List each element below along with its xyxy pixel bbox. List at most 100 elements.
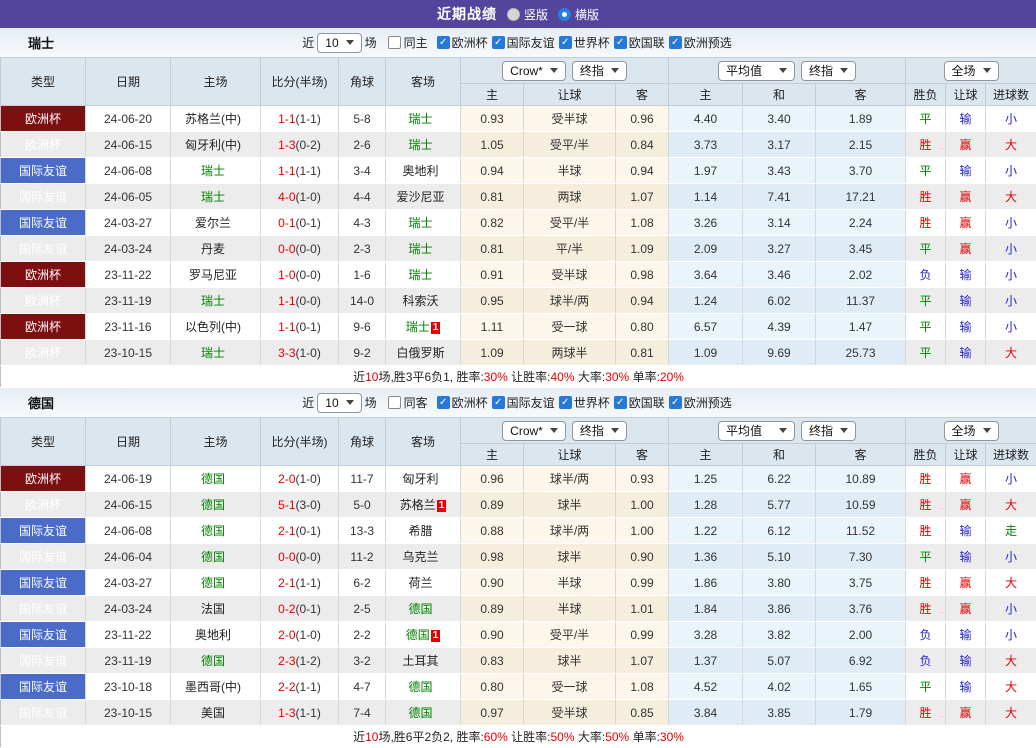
full-time-score: 2-0 xyxy=(278,472,295,486)
avg-away-cell: 2.00 xyxy=(816,622,906,648)
away-team-name: 德国 xyxy=(408,680,432,694)
odds-company-select[interactable]: Crow* xyxy=(502,61,566,81)
league-checkbox[interactable]: ✓ xyxy=(559,36,572,49)
chevron-down-icon xyxy=(550,428,558,433)
full-time-score: 1-1 xyxy=(278,112,295,126)
summary-segment: 场,胜6平2负2, 胜率: xyxy=(378,730,483,744)
away-odds-cell: 1.08 xyxy=(616,210,669,236)
odds-company-select[interactable]: Crow* xyxy=(502,421,566,441)
chevron-down-icon xyxy=(346,400,354,405)
league-checkbox[interactable]: ✓ xyxy=(437,36,450,49)
away-team-cell: 希腊 xyxy=(386,518,461,544)
away-team-name: 匈牙利 xyxy=(402,472,438,486)
result-cell: 胜 xyxy=(906,596,946,622)
avg-final-select[interactable]: 终指 xyxy=(801,421,856,441)
score-cell: 1-3(0-2) xyxy=(261,132,339,158)
avg-type-select[interactable]: 平均值 xyxy=(718,421,795,441)
col-header-away: 客场 xyxy=(386,58,461,106)
home-odds-cell: 1.11 xyxy=(461,314,524,340)
match-type-cell: 国际友谊 xyxy=(1,210,86,236)
home-team-name: 瑞士 xyxy=(201,164,225,178)
handicap-cell: 平/半 xyxy=(524,236,616,262)
avg-home-cell: 1.97 xyxy=(669,158,743,184)
goals-cell: 小 xyxy=(986,314,1036,340)
handicap-result-cell: 输 xyxy=(946,314,986,340)
match-type-cell: 欧洲杯 xyxy=(1,288,86,314)
vertical-radio-icon[interactable] xyxy=(507,8,520,21)
date-cell: 23-11-22 xyxy=(86,622,171,648)
summary-row: 近10场,胜6平2负2, 胜率:60% 让胜率:50% 大率:50% 单率:30… xyxy=(1,726,1036,748)
match-type-cell: 欧洲杯 xyxy=(1,314,86,340)
match-row: 欧洲杯 24-06-15 德国 5-1(3-0) 5-0 苏格兰1 0.89 球… xyxy=(1,492,1036,518)
date-cell: 24-06-19 xyxy=(86,466,171,492)
odds-final-select[interactable]: 终指 xyxy=(572,421,627,441)
corner-cell: 7-4 xyxy=(339,700,386,726)
home-team-cell: 苏格兰(中) xyxy=(171,106,261,132)
scope-select[interactable]: 全场 xyxy=(944,61,999,81)
avg-home-cell: 3.26 xyxy=(669,210,743,236)
league-checkbox[interactable]: ✓ xyxy=(559,396,572,409)
match-type-cell: 国际友谊 xyxy=(1,674,86,700)
match-count-select[interactable]: 10 xyxy=(317,393,361,413)
away-team-cell: 苏格兰1 xyxy=(386,492,461,518)
half-time-score: (0-1) xyxy=(296,216,321,230)
home-odds-cell: 0.89 xyxy=(461,492,524,518)
home-odds-cell: 0.88 xyxy=(461,518,524,544)
corner-cell: 6-2 xyxy=(339,570,386,596)
match-row: 国际友谊 23-11-22 奥地利 2-0(1-0) 2-2 德国1 0.90 … xyxy=(1,622,1036,648)
date-cell: 24-06-05 xyxy=(86,184,171,210)
horizontal-layout-option[interactable]: 横版 xyxy=(558,6,599,23)
team-label: 德国 xyxy=(28,393,54,412)
chevron-down-icon xyxy=(779,428,787,433)
avg-draw-cell: 3.14 xyxy=(743,210,816,236)
full-time-score: 4-0 xyxy=(278,190,295,204)
summary-segment: 单率: xyxy=(629,730,660,744)
avg-away-cell: 1.89 xyxy=(816,106,906,132)
summary-segment: 30% xyxy=(605,370,629,384)
avg-final-select[interactable]: 终指 xyxy=(801,61,856,81)
horizontal-radio-icon[interactable] xyxy=(558,8,571,21)
league-checkbox[interactable]: ✓ xyxy=(437,396,450,409)
avg-home-cell: 4.40 xyxy=(669,106,743,132)
sub-header: 客 xyxy=(816,444,906,466)
avg-draw-cell: 7.41 xyxy=(743,184,816,210)
match-type-cell: 欧洲杯 xyxy=(1,262,86,288)
vertical-radio-label: 竖版 xyxy=(524,6,548,23)
odds-final-select[interactable]: 终指 xyxy=(572,61,627,81)
vertical-layout-option[interactable]: 竖版 xyxy=(507,6,548,23)
same-side-checkbox[interactable] xyxy=(388,36,401,49)
goals-cell: 大 xyxy=(986,700,1036,726)
corner-cell: 11-2 xyxy=(339,544,386,570)
same-side-checkbox[interactable] xyxy=(388,396,401,409)
league-checkbox[interactable]: ✓ xyxy=(669,396,682,409)
match-row: 欧洲杯 24-06-20 苏格兰(中) 1-1(1-1) 5-8 瑞士 0.93… xyxy=(1,106,1036,132)
away-odds-cell: 0.93 xyxy=(616,466,669,492)
home-team-name: 苏格兰(中) xyxy=(185,112,241,126)
home-team-name: 瑞士 xyxy=(201,294,225,308)
league-label: 欧洲杯 xyxy=(452,394,488,411)
match-count-select[interactable]: 10 xyxy=(317,33,361,53)
league-checkbox[interactable]: ✓ xyxy=(614,36,627,49)
date-cell: 23-11-16 xyxy=(86,314,171,340)
goals-cell: 大 xyxy=(986,570,1036,596)
avg-type-select[interactable]: 平均值 xyxy=(718,61,795,81)
match-type-cell: 国际友谊 xyxy=(1,648,86,674)
league-checkbox[interactable]: ✓ xyxy=(492,396,505,409)
summary-segment: 近 xyxy=(353,370,365,384)
full-time-score: 1-0 xyxy=(278,268,295,282)
league-checkbox[interactable]: ✓ xyxy=(492,36,505,49)
league-checkbox[interactable]: ✓ xyxy=(614,396,627,409)
home-odds-cell: 0.81 xyxy=(461,184,524,210)
home-team-name: 以色列(中) xyxy=(185,320,241,334)
away-team-name: 德国 xyxy=(406,628,430,642)
home-odds-cell: 0.81 xyxy=(461,236,524,262)
league-checkbox[interactable]: ✓ xyxy=(669,36,682,49)
unit-label: 场 xyxy=(365,394,377,411)
scope-select[interactable]: 全场 xyxy=(944,421,999,441)
avg-home-cell: 1.14 xyxy=(669,184,743,210)
date-cell: 24-03-24 xyxy=(86,236,171,262)
goals-cell: 小 xyxy=(986,622,1036,648)
handicap-result-cell: 输 xyxy=(946,622,986,648)
away-team-name: 乌克兰 xyxy=(402,550,438,564)
match-type-cell: 国际友谊 xyxy=(1,518,86,544)
